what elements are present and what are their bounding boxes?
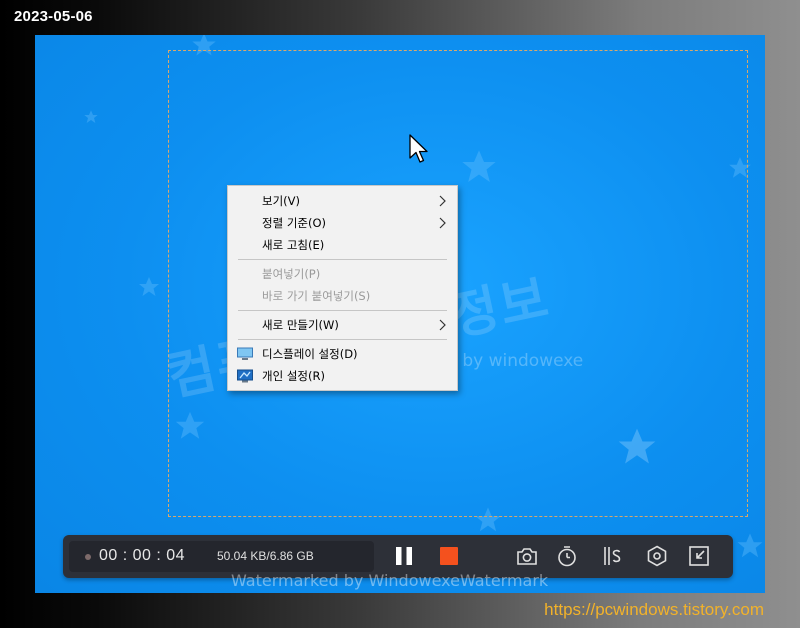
settings-button[interactable] xyxy=(645,544,669,568)
blog-url: https://pcwindows.tistory.com xyxy=(544,600,764,619)
chevron-right-icon xyxy=(439,319,446,331)
menu-item-label: 바로 가기 붙여넣기(S) xyxy=(262,289,371,303)
star-decoration xyxy=(737,533,763,558)
personalize-icon xyxy=(237,369,253,383)
recording-time: 00 : 00 : 04 xyxy=(99,547,186,564)
menu-item-refresh[interactable]: 새로 고침(E) xyxy=(228,234,457,256)
brush-tool-button[interactable] xyxy=(601,544,625,568)
collapse-button[interactable] xyxy=(687,544,711,568)
menu-item-label: 개인 설정(R) xyxy=(262,369,325,383)
pause-button[interactable] xyxy=(392,544,416,568)
menu-item-new[interactable]: 새로 만들기(W) xyxy=(228,314,457,336)
menu-item-label: 붙여넣기(P) xyxy=(262,267,321,281)
watermark-bottom: Watermarked by WindowexeWatermark xyxy=(231,571,549,590)
star-decoration xyxy=(139,277,159,296)
menu-item-label: 정렬 기준(O) xyxy=(262,216,326,230)
timer-button[interactable] xyxy=(555,544,579,568)
display-icon xyxy=(237,347,253,360)
star-decoration xyxy=(84,110,98,123)
menu-item-label: 새로 고침(E) xyxy=(262,238,325,252)
chevron-right-icon xyxy=(439,195,446,207)
date-label: 2023-05-06 xyxy=(14,8,93,25)
screenshot-button[interactable] xyxy=(515,544,539,568)
chevron-right-icon xyxy=(439,217,446,229)
recording-status-panel: 00 : 00 : 04 50.04 KB/6.86 GB xyxy=(69,541,374,572)
menu-item-label: 보기(V) xyxy=(262,194,300,208)
menu-item-display-settings[interactable]: 디스플레이 설정(D) xyxy=(228,343,457,365)
desktop-area[interactable]: 컴퓨터 관련 정보 watermark by windowexe 보기(V) 정… xyxy=(35,35,765,593)
menu-separator xyxy=(238,339,447,340)
context-menu: 보기(V) 정렬 기준(O) 새로 고침(E) 붙여넣기(P) 바로 가기 붙여… xyxy=(227,185,458,391)
menu-item-label: 디스플레이 설정(D) xyxy=(262,347,358,361)
recording-file-size: 50.04 KB/6.86 GB xyxy=(217,549,314,563)
mouse-pointer-icon xyxy=(409,134,428,163)
menu-item-paste-shortcut: 바로 가기 붙여넣기(S) xyxy=(228,285,457,307)
menu-item-personalize[interactable]: 개인 설정(R) xyxy=(228,365,457,387)
stop-button[interactable] xyxy=(437,544,461,568)
menu-item-view[interactable]: 보기(V) xyxy=(228,190,457,212)
menu-item-sort-by[interactable]: 정렬 기준(O) xyxy=(228,212,457,234)
menu-item-label: 새로 만들기(W) xyxy=(262,318,339,332)
menu-item-paste: 붙여넣기(P) xyxy=(228,263,457,285)
menu-separator xyxy=(238,259,447,260)
menu-separator xyxy=(238,310,447,311)
recording-indicator-icon xyxy=(85,554,91,560)
